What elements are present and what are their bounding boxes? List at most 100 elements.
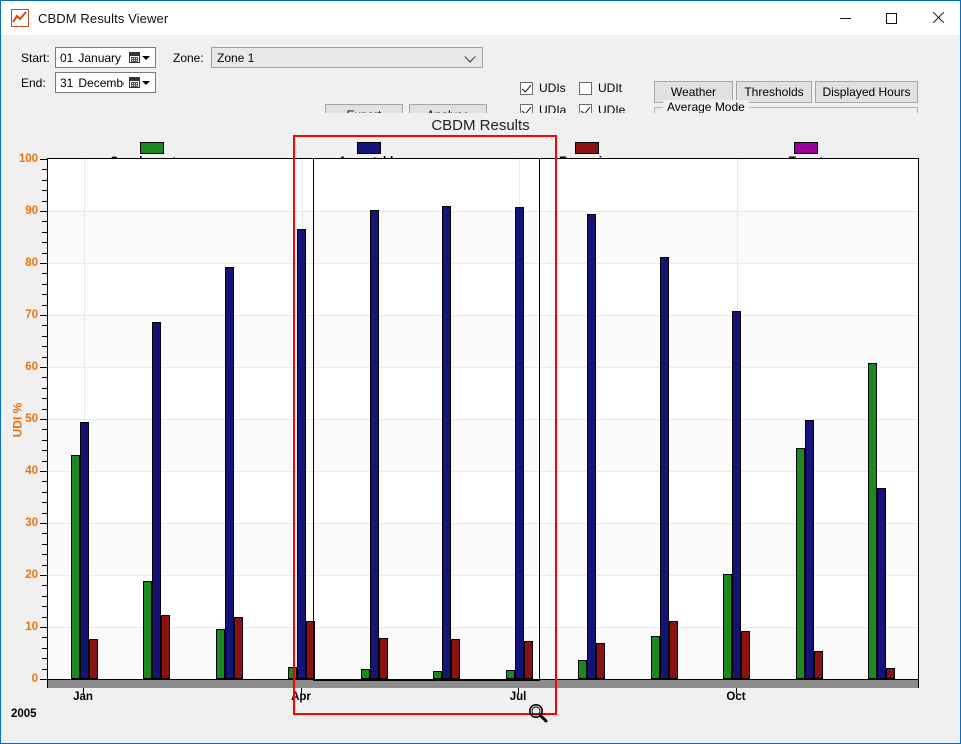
bar-acceptable-jul <box>515 207 524 679</box>
window-title: CBDM Results Viewer <box>38 10 169 26</box>
y-axis-tick-major <box>40 523 47 524</box>
checkbox-udit-label: UDIt <box>598 81 622 95</box>
bar-supplementary-dec <box>868 363 877 679</box>
bar-excessive-dec <box>886 668 895 679</box>
y-axis-tick-major <box>40 263 47 264</box>
bar-acceptable-jun <box>442 206 451 679</box>
start-date-dropdown-button[interactable] <box>124 49 154 66</box>
checkbox-udis[interactable]: UDIs <box>520 81 566 95</box>
x-axis-tick-label: Jan <box>73 691 93 703</box>
grid-line <box>48 575 918 576</box>
minimize-button[interactable] <box>822 1 868 35</box>
start-date-picker[interactable]: 01 January <box>55 47 156 68</box>
maximize-button[interactable] <box>868 1 914 35</box>
grid-line <box>48 263 918 264</box>
status-bar <box>1 730 960 743</box>
bar-supplementary-apr <box>288 667 297 679</box>
bar-acceptable-apr <box>297 229 306 679</box>
y-axis: UDI % 0 10 20 30 40 50 60 70 80 90 100 <box>1 153 47 685</box>
grid-line <box>48 627 918 628</box>
y-axis-tick-major <box>40 211 47 212</box>
bar-supplementary-feb <box>143 581 152 679</box>
legend-swatch-target <box>794 142 818 154</box>
grid-line <box>48 211 918 212</box>
chevron-down-icon <box>141 80 150 85</box>
zone-label: Zone: <box>173 50 204 65</box>
close-button[interactable] <box>914 1 960 35</box>
x-axis-tick-label: Apr <box>291 691 311 703</box>
chart-line-icon <box>11 9 29 27</box>
bar-supplementary-mar <box>216 629 225 679</box>
y-axis-tick-major <box>40 367 47 368</box>
plot-band <box>48 523 918 575</box>
bar-excessive-jan <box>89 639 98 679</box>
checkbox-udis-box[interactable] <box>520 81 533 95</box>
y-axis-tick-label: 20 <box>25 569 38 581</box>
weather-button-label: Weather <box>670 85 717 99</box>
y-axis-tick-major <box>40 575 47 576</box>
end-date-dropdown-button[interactable] <box>124 74 154 91</box>
grid-line <box>48 523 918 524</box>
legend-swatch-excessive <box>575 142 599 154</box>
displayed-hours-button-label: Displayed Hours <box>822 85 911 99</box>
x-axis-tick-label: Oct <box>726 691 746 703</box>
bar-acceptable-dec <box>877 488 886 679</box>
bar-acceptable-nov <box>805 420 814 679</box>
bar-acceptable-jan <box>80 422 89 679</box>
end-date-row: End: 31 December <box>21 72 156 93</box>
thresholds-button-label: Thresholds <box>744 85 804 99</box>
grid-line <box>48 367 918 368</box>
x-axis-tick-label: Jul <box>509 691 527 703</box>
bar-acceptable-aug <box>587 214 596 679</box>
bar-supplementary-may <box>361 669 370 679</box>
plot-band <box>48 419 918 471</box>
chart-title: CBDM Results <box>431 117 530 134</box>
end-date-picker[interactable]: 31 December <box>55 72 156 93</box>
y-axis-tick-major <box>40 315 47 316</box>
bar-excessive-may <box>379 638 388 679</box>
end-day-value: 31 <box>60 75 74 90</box>
x-axis-strip <box>47 680 919 688</box>
calendar-icon <box>128 77 140 88</box>
title-bar: CBDM Results Viewer <box>1 1 960 35</box>
app-window: CBDM Results Viewer Start: 01 January En… <box>0 0 961 744</box>
year-label: 2005 <box>11 708 37 720</box>
controls-toolbar: Start: 01 January End: 31 December Zone:… <box>1 35 960 145</box>
y-axis-tick-label: 80 <box>25 257 38 269</box>
bar-supplementary-sep <box>651 636 660 679</box>
y-axis-tick-label: 90 <box>25 205 38 217</box>
y-axis-tick-label: 40 <box>25 465 38 477</box>
plot-band <box>48 315 918 367</box>
plot-area[interactable] <box>47 158 919 680</box>
average-mode-title: Average Mode <box>663 100 749 114</box>
bar-acceptable-oct <box>732 311 741 679</box>
bar-excessive-nov <box>814 651 823 679</box>
bar-supplementary-nov <box>796 448 805 679</box>
chart-panel: CBDM Results SupplementaryAcceptableExce… <box>1 113 960 730</box>
plot-band <box>48 211 918 263</box>
checkbox-udit-box[interactable] <box>579 81 592 95</box>
bar-supplementary-oct <box>723 574 732 679</box>
y-axis-tick-major <box>40 159 47 160</box>
end-label: End: <box>21 75 46 90</box>
y-axis-tick-label: 10 <box>25 621 38 633</box>
bar-supplementary-jul <box>506 670 515 679</box>
bar-excessive-apr <box>306 621 315 679</box>
start-date-row: Start: 01 January <box>21 47 156 68</box>
chevron-down-icon <box>464 50 476 62</box>
bar-excessive-sep <box>669 621 678 679</box>
y-axis-tick-label: 50 <box>25 413 38 425</box>
y-axis-tick-label: 60 <box>25 361 38 373</box>
zone-select[interactable]: Zone 1 <box>211 47 483 68</box>
y-axis-tick-label: 30 <box>25 517 38 529</box>
bar-excessive-jun <box>451 639 460 679</box>
y-axis-tick-major <box>40 419 47 420</box>
bar-excessive-jul <box>524 641 533 679</box>
displayed-hours-button[interactable]: Displayed Hours <box>815 81 918 103</box>
zone-row: Zone: Zone 1 <box>173 47 483 68</box>
checkbox-udit[interactable]: UDIt <box>579 81 622 95</box>
close-icon <box>931 12 943 24</box>
bar-excessive-aug <box>596 643 605 679</box>
bar-acceptable-feb <box>152 322 161 679</box>
y-axis-tick-major <box>40 471 47 472</box>
